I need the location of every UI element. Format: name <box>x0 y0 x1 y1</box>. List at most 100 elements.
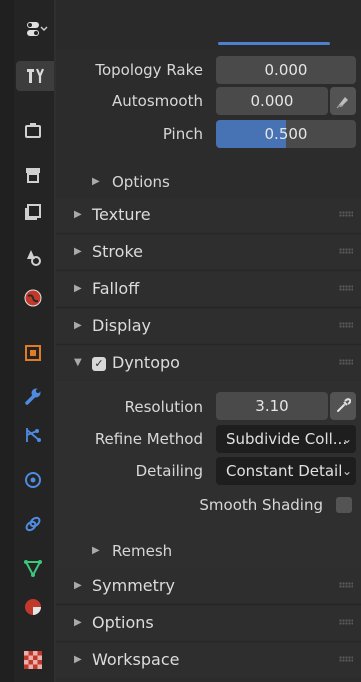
drag-grip-icon[interactable] <box>339 248 353 254</box>
topology-rake-label: Topology Rake <box>95 61 203 79</box>
chevron-down-icon: ⌄ <box>341 432 352 446</box>
collapsed-triangle-icon: ▶ <box>74 209 82 220</box>
tab-particles[interactable] <box>16 420 50 450</box>
drag-grip-icon[interactable] <box>339 619 353 625</box>
tab-view-layer[interactable] <box>16 197 50 227</box>
collapsed-triangle-icon: ▶ <box>74 246 82 257</box>
detailing-value: Constant Detail <box>226 462 343 480</box>
remesh-subpanel-header[interactable]: ▶ Remesh <box>56 536 361 566</box>
tab-constraints[interactable] <box>16 509 50 539</box>
collapsed-triangle-icon: ▶ <box>74 320 82 331</box>
object-square-icon <box>25 345 41 361</box>
collapsed-triangle-icon: ▶ <box>74 654 82 665</box>
divider <box>56 270 361 271</box>
tab-output[interactable] <box>16 160 50 190</box>
scene-icon <box>27 250 41 266</box>
tab-material[interactable] <box>16 592 50 622</box>
panel-header-falloff[interactable]: ▶ Falloff <box>56 272 361 306</box>
options-subpanel-label: Options <box>112 173 170 191</box>
panel-symmetry-label: Symmetry <box>92 576 175 595</box>
panel-header-symmetry[interactable]: ▶ Symmetry <box>56 569 361 603</box>
tab-render[interactable] <box>16 115 50 145</box>
collapsed-triangle-icon: ▶ <box>92 176 100 187</box>
detailing-dropdown[interactable]: Constant Detail ⌄ <box>216 457 356 485</box>
eyedropper-icon <box>337 398 351 412</box>
panel-header-stroke[interactable]: ▶ Stroke <box>56 235 361 269</box>
panel-header-options[interactable]: ▶ Options <box>56 606 361 640</box>
panel-header-texture[interactable]: ▶ Texture <box>56 198 361 232</box>
scroll-indicator[interactable] <box>218 42 330 45</box>
tab-modifiers[interactable] <box>16 381 50 411</box>
autosmooth-field[interactable]: 0.000 <box>216 87 328 115</box>
remesh-subpanel-label: Remesh <box>112 542 173 560</box>
pinch-slider[interactable]: 0.500 <box>216 120 356 148</box>
topology-rake-value: 0.000 <box>264 61 308 79</box>
physics-orbit-icon <box>25 472 41 488</box>
tab-object[interactable] <box>16 338 50 368</box>
tool-icon <box>27 68 45 83</box>
refine-method-value: Subdivide Coll... <box>226 430 348 448</box>
pinch-value: 0.500 <box>264 125 308 143</box>
drag-grip-icon[interactable] <box>339 582 353 588</box>
left-edge <box>0 0 14 682</box>
collapsed-triangle-icon: ▶ <box>92 545 100 556</box>
tab-tool[interactable] <box>16 61 54 91</box>
panel-falloff-label: Falloff <box>92 279 140 298</box>
particles-icon <box>26 428 41 442</box>
collapsed-triangle-icon: ▶ <box>74 283 82 294</box>
panel-workspace-label: Workspace <box>92 650 180 669</box>
panel-header-display[interactable]: ▶ Display <box>56 309 361 343</box>
options-subpanel-header[interactable]: ▶ Options <box>56 167 361 197</box>
collapsed-triangle-icon: ▶ <box>74 580 82 591</box>
refine-method-dropdown[interactable]: Subdivide Coll... ⌄ <box>216 425 356 453</box>
eyedropper-button[interactable] <box>330 392 356 420</box>
panel-header-dyntopo[interactable]: ▼ ✓ Dyntopo <box>56 346 361 380</box>
drag-grip-icon[interactable] <box>339 285 353 291</box>
panel-header-workspace[interactable]: ▶ Workspace <box>56 643 361 677</box>
material-sphere-icon <box>25 599 41 615</box>
topology-rake-field[interactable]: 0.000 <box>216 56 356 84</box>
divider <box>56 604 361 605</box>
pressure-button[interactable] <box>330 87 356 115</box>
refine-method-label: Refine Method <box>94 430 203 448</box>
divider <box>56 344 361 345</box>
constraint-link-icon <box>25 516 41 532</box>
divider <box>56 307 361 308</box>
editor-type-menu[interactable] <box>14 14 60 44</box>
panel-stroke-label: Stroke <box>92 242 143 261</box>
tab-scene[interactable] <box>16 242 50 272</box>
panel-display-label: Display <box>92 316 151 335</box>
tab-texture[interactable] <box>16 645 50 675</box>
resolution-label: Resolution <box>124 398 203 416</box>
autosmooth-value: 0.000 <box>250 92 294 110</box>
drag-grip-icon[interactable] <box>339 322 353 328</box>
render-camera-icon <box>25 123 41 138</box>
tab-data[interactable] <box>16 553 50 583</box>
tab-physics[interactable] <box>16 465 50 495</box>
divider <box>56 233 361 234</box>
dyntopo-checkbox[interactable]: ✓ <box>92 356 106 371</box>
collapsed-triangle-icon: ▶ <box>74 617 82 628</box>
panel-texture-label: Texture <box>92 205 151 224</box>
printer-icon <box>26 168 40 183</box>
smooth-shading-label: Smooth Shading <box>199 496 323 514</box>
drag-grip-icon[interactable] <box>339 359 353 365</box>
mesh-triangle-icon <box>24 560 42 578</box>
wrench-icon <box>25 388 41 405</box>
pressure-pen-icon <box>336 97 348 109</box>
resolution-field[interactable]: 3.10 <box>216 392 328 420</box>
tab-world[interactable] <box>16 283 50 313</box>
chevron-down-icon: ⌄ <box>341 464 352 478</box>
panel-dyntopo-label: Dyntopo <box>112 353 180 372</box>
image-layers-icon <box>25 204 41 220</box>
autosmooth-label: Autosmooth <box>112 92 203 110</box>
divider <box>56 641 361 642</box>
drag-grip-icon[interactable] <box>339 211 353 217</box>
resolution-value: 3.10 <box>255 397 289 415</box>
drag-grip-icon[interactable] <box>339 656 353 662</box>
smooth-shading-checkbox[interactable] <box>336 497 352 513</box>
world-globe-icon <box>24 289 42 307</box>
detailing-label: Detailing <box>135 462 203 480</box>
checker-texture-icon <box>24 651 42 669</box>
pinch-label: Pinch <box>162 125 203 143</box>
